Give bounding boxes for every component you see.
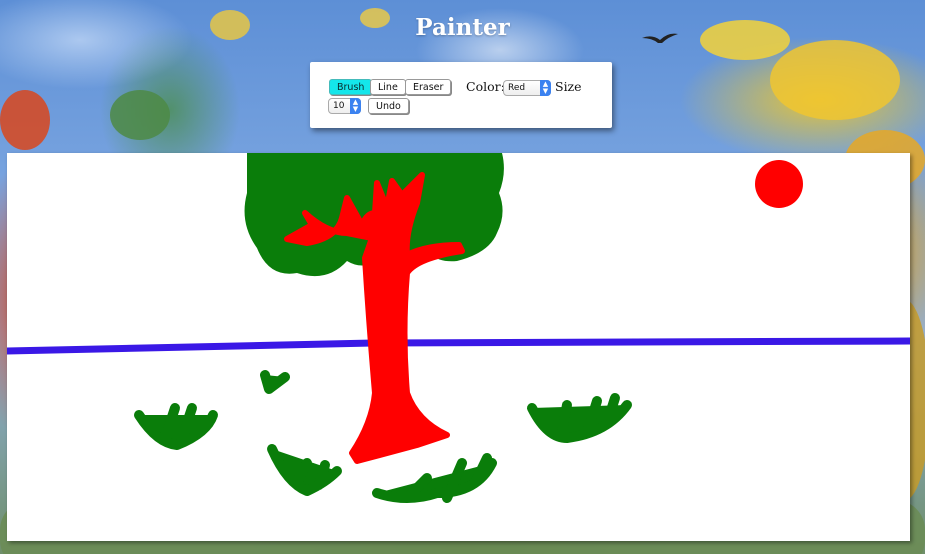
app-title: Painter xyxy=(415,14,510,41)
size-select-value: 10 xyxy=(333,101,345,111)
brush-tool-button[interactable]: Brush xyxy=(329,79,373,95)
size-label: Size xyxy=(555,79,582,94)
line-tool-button[interactable]: Line xyxy=(370,79,406,95)
sun-circle xyxy=(755,160,803,208)
select-arrows-icon: ▲ ▼ xyxy=(540,80,551,96)
select-arrows-icon: ▲ ▼ xyxy=(350,98,361,114)
color-select[interactable]: Red ▲ ▼ xyxy=(503,80,551,96)
drawing-canvas[interactable] xyxy=(7,153,910,541)
eraser-tool-button[interactable]: Eraser xyxy=(405,79,452,95)
undo-button[interactable]: Undo xyxy=(368,98,409,114)
bird-silhouette xyxy=(642,33,678,43)
canvas-drawing xyxy=(7,153,910,503)
toolbar-panel: Brush Line Eraser Color: Red ▲ ▼ Size 10 … xyxy=(310,62,612,128)
horizon-stroke xyxy=(7,337,910,355)
color-label: Color: xyxy=(466,79,505,94)
color-select-value: Red xyxy=(508,83,526,93)
size-select[interactable]: 10 ▲ ▼ xyxy=(328,98,361,114)
